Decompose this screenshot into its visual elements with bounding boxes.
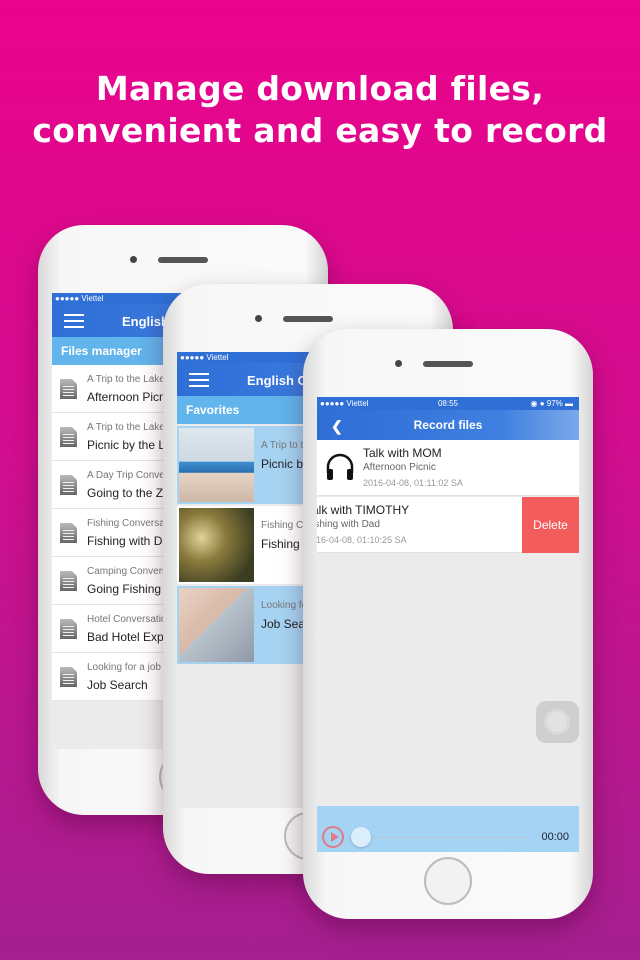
file-category: A Trip to the Lake	[87, 374, 165, 385]
camera	[255, 315, 262, 322]
file-title: Afternoon Picnic	[87, 390, 175, 404]
document-icon	[60, 523, 77, 543]
nav-bar: ❮ Record files	[317, 410, 579, 440]
status-bar: ●●●●● Viettel 08:55 ◉ ● 97% ▬	[317, 397, 579, 410]
file-category: Looking for a job	[87, 662, 161, 673]
record-item[interactable]: Talk with MOM Afternoon Picnic 2016-04-0…	[317, 440, 579, 496]
nav-title: Record files	[413, 418, 483, 432]
record-lesson: Fishing with Dad	[317, 519, 380, 530]
document-icon	[60, 571, 77, 591]
battery-indicator: ◉ ● 97% ▬	[530, 399, 574, 408]
record-item-swiped[interactable]: Talk with TIMOTHY Fishing with Dad 2016-…	[317, 497, 579, 553]
record-title: Talk with MOM	[363, 446, 442, 460]
writing-newspaper-photo	[179, 588, 254, 662]
progress-slider-knob[interactable]	[351, 827, 371, 847]
document-icon	[60, 379, 77, 399]
document-icon	[60, 619, 77, 639]
document-icon	[60, 667, 77, 687]
camera	[395, 360, 402, 367]
headline-line-1: Manage download files,	[95, 69, 545, 108]
progress-track[interactable]	[361, 837, 527, 838]
player-time: 00:00	[541, 831, 569, 843]
speaker	[283, 316, 333, 322]
home-button[interactable]	[424, 857, 472, 905]
menu-icon[interactable]	[189, 373, 209, 387]
document-icon	[60, 475, 77, 495]
play-icon[interactable]	[322, 826, 344, 848]
headline: Manage download files, convenient and ea…	[0, 68, 640, 152]
record-lesson: Afternoon Picnic	[363, 462, 436, 473]
file-title: Job Search	[87, 678, 148, 692]
audio-player: 00:00	[317, 806, 579, 852]
headphones-icon	[326, 453, 354, 480]
file-title: Going Fishing	[87, 582, 162, 596]
document-icon	[60, 427, 77, 447]
speaker	[423, 361, 473, 367]
assistive-touch-button[interactable]	[536, 701, 579, 743]
headline-line-2: convenient and easy to record	[32, 111, 608, 150]
family-beach-photo	[179, 428, 254, 502]
camera	[130, 256, 137, 263]
file-category: Hotel Conversation	[87, 614, 173, 625]
father-son-fishing-photo	[179, 508, 254, 582]
carrier: ●●●●● Viettel	[180, 353, 229, 362]
speaker	[158, 257, 208, 263]
record-date: 2016-04-08, 01:10:25 SA	[317, 535, 407, 545]
phone-record-files: ●●●●● Viettel 08:55 ◉ ● 97% ▬ ❮ Record f…	[303, 329, 593, 919]
delete-button[interactable]: Delete	[522, 497, 579, 553]
record-title: Talk with TIMOTHY	[317, 503, 410, 517]
menu-icon[interactable]	[64, 314, 84, 328]
record-date: 2016-04-08, 01:11:02 SA	[363, 478, 463, 488]
file-category: A Trip to the Lake	[87, 422, 165, 433]
carrier: ●●●●● Viettel	[55, 294, 104, 303]
